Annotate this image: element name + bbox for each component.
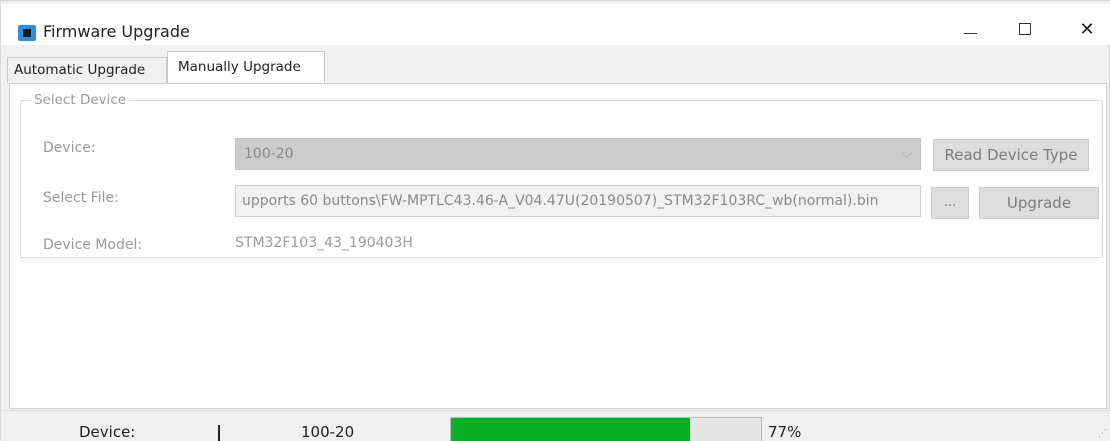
status-bar: Device: 100-20 77% ⋰: [1, 410, 1110, 441]
title-bar-top-strip: [1, 1, 1110, 7]
upgrade-progress-bar: [450, 417, 762, 441]
manually-upgrade-panel: Select Device Device: 100-20 ⌵ Read Devi…: [9, 83, 1107, 409]
select-device-legend: Select Device: [31, 92, 130, 108]
select-device-group: Select Device Device: 100-20 ⌵ Read Devi…: [20, 92, 1103, 258]
tab-automatic-upgrade[interactable]: Automatic Upgrade: [7, 57, 167, 83]
close-button[interactable]: ✕: [1065, 13, 1109, 45]
resize-grip-icon[interactable]: ⋰: [1098, 429, 1108, 439]
maximize-icon: [1019, 23, 1031, 35]
progress-percent: 77%: [768, 423, 802, 441]
device-label: Device:: [43, 140, 96, 156]
tab-strip: Automatic Upgrade Manually Upgrade: [7, 51, 1107, 83]
browse-file-button[interactable]: ...: [931, 187, 969, 219]
device-select[interactable]: 100-20 ⌵: [235, 138, 921, 170]
app-icon: [18, 25, 36, 41]
minimize-button[interactable]: [948, 13, 992, 45]
title-bar: Firmware Upgrade ✕: [1, 1, 1110, 45]
status-device-label: Device:: [79, 423, 136, 441]
minimize-icon: [963, 32, 977, 34]
tab-manually-upgrade[interactable]: Manually Upgrade: [167, 51, 325, 83]
upgrade-button[interactable]: Upgrade: [979, 187, 1099, 219]
progress-fill: [451, 418, 690, 441]
device-model-label: Device Model:: [43, 237, 143, 253]
status-separator: [218, 425, 220, 441]
status-device-value: 100-20: [301, 423, 355, 441]
read-device-type-button[interactable]: Read Device Type: [933, 139, 1089, 171]
device-model-value: STM32F103_43_190403H: [235, 235, 413, 251]
file-path-field[interactable]: upports 60 buttons\FW-MPTLC43.46-A_V04.4…: [235, 185, 921, 217]
close-icon: ✕: [1079, 18, 1095, 40]
chevron-down-icon: ⌵: [901, 146, 912, 162]
select-file-label: Select File:: [43, 190, 119, 206]
firmware-upgrade-window: Firmware Upgrade ✕ Automatic Upgrade Man…: [0, 0, 1110, 441]
maximize-button[interactable]: [1003, 13, 1047, 45]
device-select-value: 100-20: [244, 146, 294, 162]
window-title: Firmware Upgrade: [43, 22, 190, 41]
